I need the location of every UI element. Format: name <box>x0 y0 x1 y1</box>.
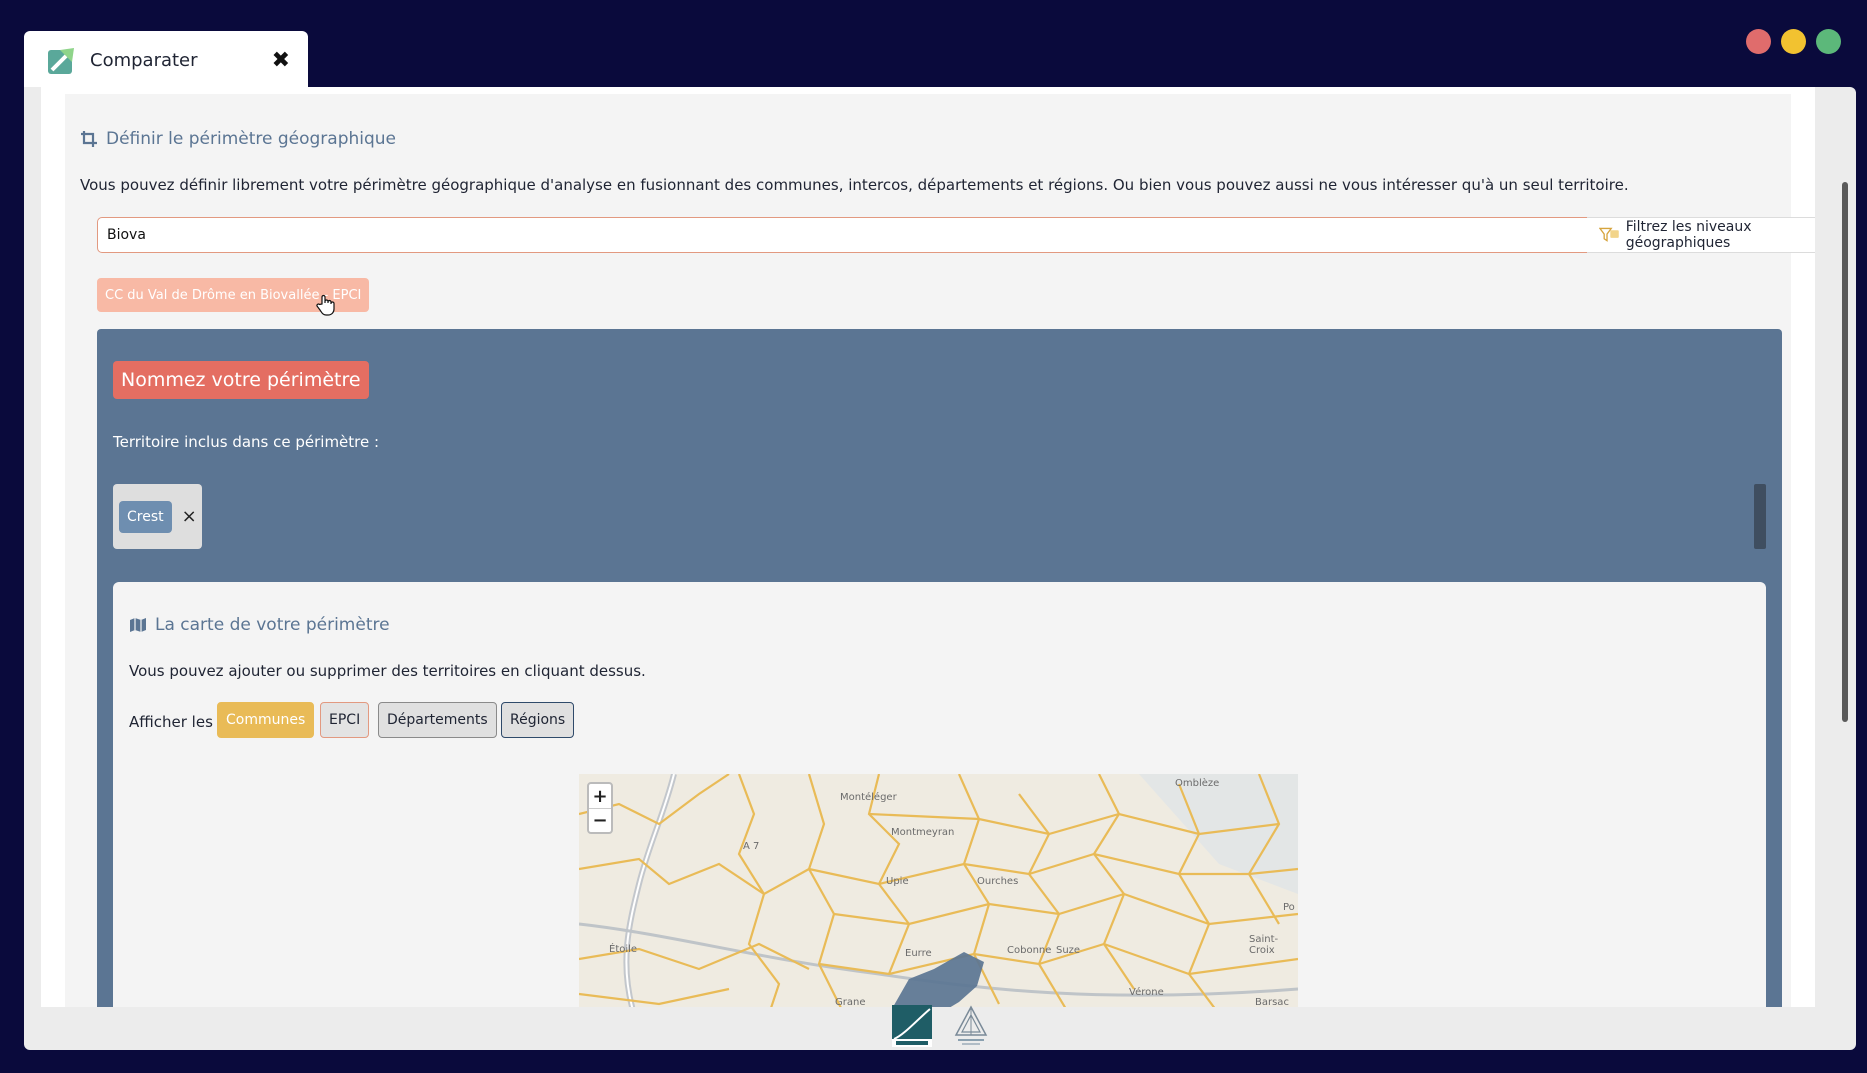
perimetre-section: Définir le périmètre géographique Vous p… <box>65 94 1815 1007</box>
layer-regions-button[interactable]: Régions <box>501 702 575 738</box>
map-tiles <box>579 774 1298 1007</box>
filter-icon <box>1599 227 1619 242</box>
perimetre-panel: Nommez votre périmètre Territoire inclus… <box>97 329 1782 1007</box>
maximize-window-dot[interactable] <box>1816 29 1841 54</box>
included-territories-list: Crest × <box>113 484 202 549</box>
filter-levels-label: Filtrez les niveaux géographiques <box>1625 219 1752 251</box>
map-place-label: Barsac <box>1255 997 1289 1007</box>
map-place-label: Suze <box>1056 945 1081 956</box>
map-place-label: Montmeyran <box>891 827 955 838</box>
layer-epci-button[interactable]: EPCI <box>320 702 370 738</box>
zoom-out-button[interactable]: − <box>589 808 611 832</box>
main-content: Définir le périmètre géographique Vous p… <box>41 87 1815 1007</box>
map-place-label: Ourches <box>977 876 1019 887</box>
filter-levels-button[interactable]: Filtrez les niveaux géographiques <box>1587 217 1815 253</box>
map-description: Vous pouvez ajouter ou supprimer des ter… <box>129 662 646 680</box>
map-place-label: Cobonne <box>1007 945 1052 956</box>
comparater-logo-icon <box>48 48 74 74</box>
app-tab[interactable]: Comparater ✖ <box>24 31 308 89</box>
layer-departements-button[interactable]: Départements <box>378 702 497 738</box>
footer-logos <box>892 1005 988 1047</box>
map-place-label: Grane <box>835 997 866 1007</box>
map-section-title-text: La carte de votre périmètre <box>155 615 390 635</box>
ecole-des-ponts-logo-icon <box>954 1005 988 1045</box>
map-place-label: Étoile <box>609 944 638 955</box>
section-description: Vous pouvez définir librement votre péri… <box>80 176 1629 194</box>
map-place-label: Vérone <box>1129 987 1164 998</box>
map-icon <box>130 618 146 632</box>
cired-logo-icon <box>892 1005 932 1047</box>
tab-title: Comparater <box>90 49 198 71</box>
hand-cursor-icon <box>316 294 335 316</box>
layer-communes-button[interactable]: Communes <box>217 702 315 738</box>
map-card: La carte de votre périmètre Vous pouvez … <box>113 582 1766 1007</box>
map-place-label: A 7 <box>743 841 760 852</box>
map-section-title: La carte de votre périmètre <box>129 615 390 635</box>
page-scrollbar[interactable] <box>1842 182 1848 722</box>
map-place-label: Saint-Croix <box>1249 934 1279 956</box>
crop-icon <box>81 131 97 147</box>
territory-map[interactable]: + − Omblèze Montéléger Montmeyran A 7 Up… <box>579 774 1298 1007</box>
section-title: Définir le périmètre géographique <box>80 129 396 149</box>
name-perimetre-button[interactable]: Nommez votre périmètre <box>113 361 369 399</box>
map-place-label: Upie <box>886 876 909 887</box>
close-window-dot[interactable] <box>1746 29 1771 54</box>
zoom-controls: + − <box>587 782 613 834</box>
map-place-label: Eurre <box>905 948 932 959</box>
territory-search-input[interactable] <box>97 217 1588 253</box>
window-controls <box>1746 29 1841 54</box>
app-window: Définir le périmètre géographique Vous p… <box>24 87 1856 1050</box>
territory-tag[interactable]: Crest <box>119 500 172 533</box>
map-place-label: Omblèze <box>1175 778 1220 789</box>
minimize-window-dot[interactable] <box>1781 29 1806 54</box>
tags-scrollbar[interactable] <box>1754 484 1766 549</box>
close-icon[interactable]: ✖ <box>272 48 290 73</box>
included-territories-label: Territoire inclus dans ce périmètre : <box>113 433 380 451</box>
section-title-text: Définir le périmètre géographique <box>106 129 397 149</box>
remove-tag-icon[interactable]: × <box>182 506 197 527</box>
map-place-label: Montéléger <box>840 792 897 803</box>
map-place-label: Po <box>1283 902 1295 913</box>
zoom-in-button[interactable]: + <box>589 784 611 808</box>
show-layers-label: Afficher les <box>129 713 213 731</box>
